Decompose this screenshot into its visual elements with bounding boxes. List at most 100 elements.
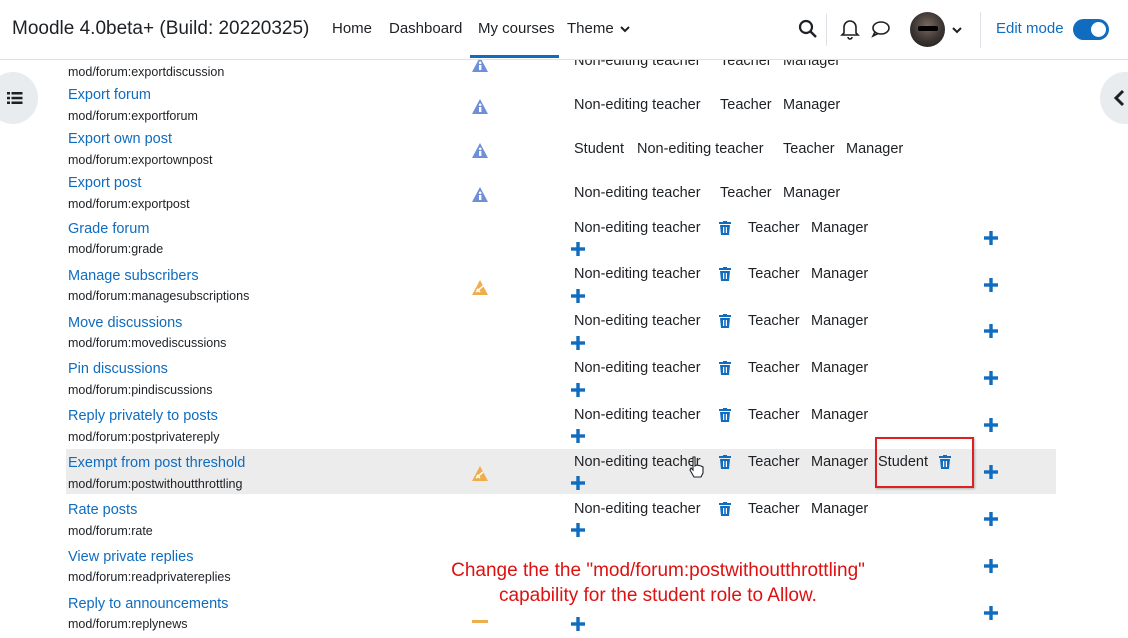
plus-icon[interactable] bbox=[571, 523, 585, 537]
capability-name: mod/forum:exportforum bbox=[68, 109, 198, 123]
highlight-box bbox=[875, 437, 974, 488]
info-risk-icon bbox=[472, 143, 488, 158]
trash-icon[interactable] bbox=[719, 455, 731, 469]
plus-icon[interactable] bbox=[571, 383, 585, 397]
plus-icon[interactable] bbox=[984, 465, 998, 479]
capability-title[interactable]: Grade forum bbox=[68, 221, 149, 237]
role-teacher: Teacher bbox=[748, 360, 800, 376]
plus-icon[interactable] bbox=[571, 617, 585, 631]
trash-icon[interactable] bbox=[719, 314, 731, 328]
role-teacher: Teacher bbox=[748, 454, 800, 470]
open-course-index-button[interactable] bbox=[0, 72, 38, 124]
role-net: Non-editing teacher bbox=[574, 501, 701, 517]
trash-icon[interactable] bbox=[719, 221, 731, 235]
avatar[interactable] bbox=[910, 12, 945, 47]
trash-icon[interactable] bbox=[719, 361, 731, 375]
nav-divider bbox=[826, 14, 827, 46]
role-manager: Manager bbox=[811, 266, 869, 282]
role-manager: Manager bbox=[783, 185, 841, 201]
capability-title[interactable]: Reply to announcements bbox=[68, 596, 228, 612]
capability-name: mod/forum:grade bbox=[68, 242, 164, 256]
capability-title[interactable]: Pin discussions bbox=[68, 361, 168, 377]
capability-title[interactable]: Rate posts bbox=[68, 502, 137, 518]
capability-name: mod/forum:postwithoutthrottling bbox=[68, 477, 243, 491]
capability-title[interactable]: Manage subscribers bbox=[68, 268, 199, 284]
plus-icon[interactable] bbox=[984, 418, 998, 432]
role-net: Non-editing teacher bbox=[637, 141, 764, 157]
capability-title[interactable]: Move discussions bbox=[68, 315, 182, 331]
capability-name: mod/forum:exportownpost bbox=[68, 153, 213, 167]
top-navbar: Moodle 4.0beta+ (Build: 20220325) Home D… bbox=[0, 0, 1128, 60]
role-manager: Manager bbox=[783, 97, 841, 113]
warning-risk-icon bbox=[472, 620, 488, 623]
role-teacher: Teacher bbox=[720, 97, 772, 113]
plus-icon[interactable] bbox=[984, 371, 998, 385]
plus-icon[interactable] bbox=[984, 512, 998, 526]
open-block-drawer-button[interactable] bbox=[1100, 72, 1128, 124]
capability-title[interactable]: Export forum bbox=[68, 87, 151, 103]
plus-icon[interactable] bbox=[571, 429, 585, 443]
role-manager: Manager bbox=[811, 360, 869, 376]
trash-icon[interactable] bbox=[719, 408, 731, 422]
role-net: Non-editing teacher bbox=[574, 266, 701, 282]
plus-icon[interactable] bbox=[984, 324, 998, 338]
plus-icon[interactable] bbox=[984, 606, 998, 620]
role-manager: Manager bbox=[811, 407, 869, 423]
annotation-line-2: capability for the student role to Allow… bbox=[499, 585, 817, 606]
info-risk-icon bbox=[472, 99, 488, 114]
capability-name: mod/forum:exportdiscussion bbox=[68, 65, 225, 79]
user-menu-chevron-icon[interactable] bbox=[952, 26, 962, 34]
nav-my-courses[interactable]: My courses bbox=[478, 20, 555, 37]
plus-icon[interactable] bbox=[984, 278, 998, 292]
site-name[interactable]: Moodle 4.0beta+ (Build: 20220325) bbox=[12, 18, 309, 40]
role-manager: Manager bbox=[811, 220, 869, 236]
capability-name: mod/forum:readprivatereplies bbox=[68, 570, 231, 584]
capability-name: mod/forum:pindiscussions bbox=[68, 383, 213, 397]
role-teacher: Teacher bbox=[748, 266, 800, 282]
edit-mode-toggle[interactable] bbox=[1073, 19, 1109, 40]
plus-icon[interactable] bbox=[571, 242, 585, 256]
role-net: Non-editing teacher bbox=[574, 97, 701, 113]
role-teacher: Teacher bbox=[783, 141, 835, 157]
capability-name: mod/forum:managesubscriptions bbox=[68, 289, 250, 303]
capability-name: mod/forum:replynews bbox=[68, 617, 188, 631]
plus-icon[interactable] bbox=[571, 476, 585, 490]
plus-icon[interactable] bbox=[571, 289, 585, 303]
plus-icon[interactable] bbox=[571, 336, 585, 350]
nav-active-indicator bbox=[470, 55, 559, 58]
role-teacher: Teacher bbox=[748, 313, 800, 329]
role-teacher: Teacher bbox=[720, 185, 772, 201]
capability-title[interactable]: View private replies bbox=[68, 549, 193, 565]
capability-title[interactable]: Export post bbox=[68, 175, 141, 191]
role-net: Non-editing teacher bbox=[574, 360, 701, 376]
capability-title[interactable]: Exempt from post threshold bbox=[68, 455, 245, 471]
role-net: Non-editing teacher bbox=[574, 407, 701, 423]
role-teacher: Teacher bbox=[748, 407, 800, 423]
role-net: Non-editing teacher bbox=[574, 454, 701, 470]
capability-name: mod/forum:exportpost bbox=[68, 197, 190, 211]
role-teacher: Teacher bbox=[748, 501, 800, 517]
role-net: Non-editing teacher bbox=[574, 313, 701, 329]
capability-title[interactable]: Reply privately to posts bbox=[68, 408, 218, 424]
nav-divider bbox=[980, 12, 981, 48]
warning-risk-icon bbox=[472, 280, 488, 295]
edit-mode-label[interactable]: Edit mode bbox=[996, 20, 1064, 37]
trash-icon[interactable] bbox=[719, 502, 731, 516]
info-risk-icon bbox=[472, 187, 488, 202]
nav-dashboard[interactable]: Dashboard bbox=[389, 20, 462, 37]
capability-name: mod/forum:rate bbox=[68, 524, 153, 538]
plus-icon[interactable] bbox=[984, 231, 998, 245]
nav-home[interactable]: Home bbox=[332, 20, 372, 37]
capability-title[interactable]: Export own post bbox=[68, 131, 172, 147]
role-manager: Manager bbox=[811, 501, 869, 517]
trash-icon[interactable] bbox=[719, 267, 731, 281]
list-icon bbox=[7, 92, 23, 104]
role-net: Non-editing teacher bbox=[574, 220, 701, 236]
chevron-left-icon bbox=[1113, 89, 1125, 107]
instruction-annotation: Change the the "mod/forum:postwithoutthr… bbox=[400, 558, 916, 608]
bell-icon[interactable] bbox=[839, 18, 861, 40]
chat-icon[interactable] bbox=[870, 18, 892, 40]
nav-theme[interactable]: Theme bbox=[567, 20, 630, 37]
plus-icon[interactable] bbox=[984, 559, 998, 573]
search-icon[interactable] bbox=[797, 18, 819, 40]
